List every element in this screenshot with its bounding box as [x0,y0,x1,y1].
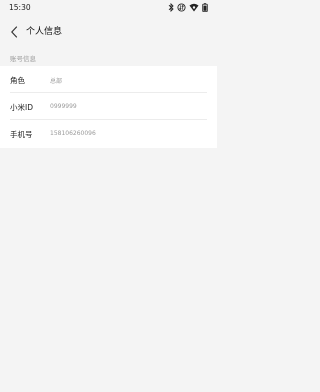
page-title: 个人信息 [26,27,63,37]
data-transfer-icon [177,3,186,12]
status-time: 15:30 [9,3,31,12]
status-bar: 15:30 [0,0,217,16]
role-label: 角色 [10,76,25,85]
battery-icon [202,3,208,12]
phone-label: 手机号 [10,130,33,139]
xiaomi-id-label: 小米ID [10,103,33,112]
account-info-card: 角色 总部 小米ID 0999999 手机号 15810626009​6 [0,66,217,148]
wifi-icon [189,3,199,12]
bluetooth-icon [168,3,174,12]
xiaomi-id-value: 0999999 [50,103,77,110]
nav-bar: 个人信息 [0,20,217,44]
phone-row: 手机号 15810626009​6 [0,120,217,147]
section-header: 账号信息 [10,55,36,63]
role-row: 角色 总部 [0,66,217,93]
back-arrow-icon[interactable] [8,25,20,39]
phone-value: 15810626009​6 [50,130,96,137]
xiaomi-id-row: 小米ID 0999999 [0,93,217,120]
status-icons [168,3,208,12]
role-value: 总部 [50,78,63,85]
